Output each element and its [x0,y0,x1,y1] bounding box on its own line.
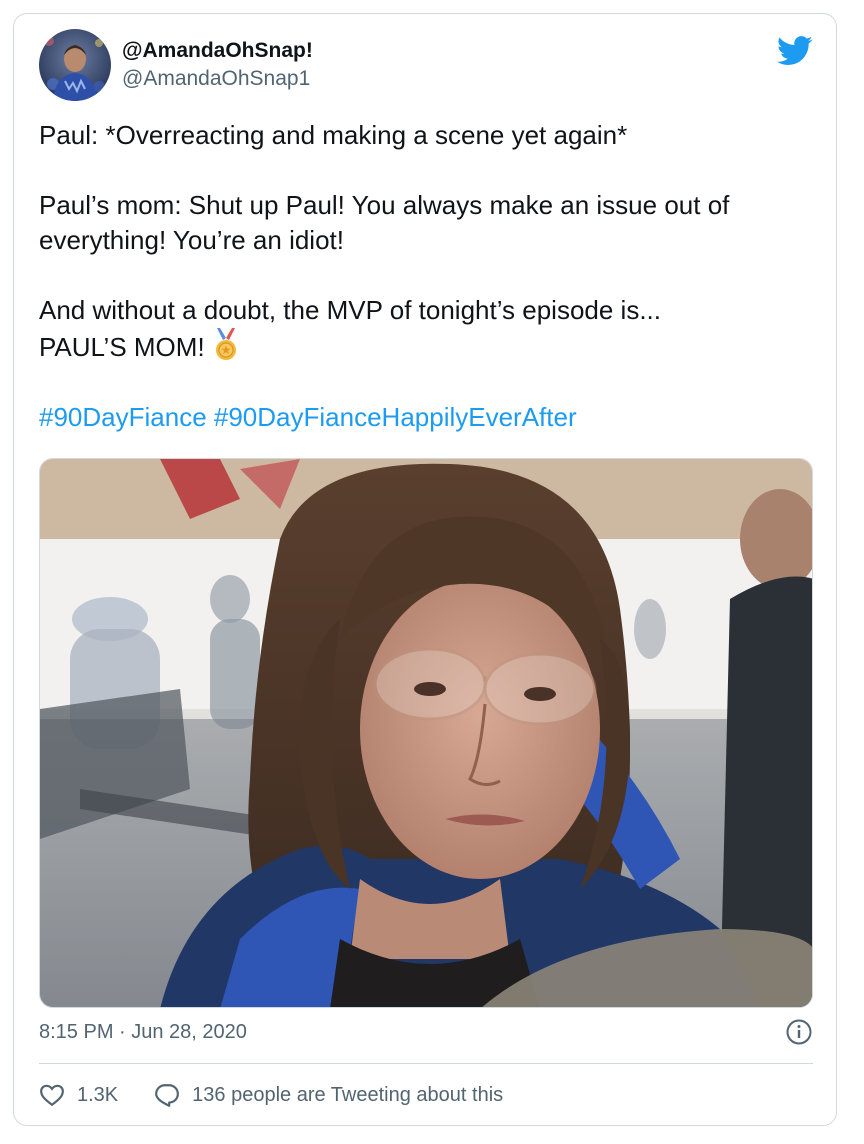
conversation-label: 136 people are Tweeting about this [192,1083,504,1106]
hashtag-link[interactable]: #90DayFianceHappilyEverAfter [214,402,577,432]
tweet-paragraph: Paul: *Overreacting and making a scene y… [39,120,628,150]
tweet-paragraph-with-emoji: PAUL’S MOM! [39,328,819,365]
tweet-text: Paul: *Overreacting and making a scene y… [39,118,819,435]
tweet-card[interactable]: @AmandaOhSnap! @AmandaOhSnap1 Paul: *Ove… [13,13,837,1126]
heart-icon [40,1084,64,1107]
display-name[interactable]: @AmandaOhSnap! [122,38,313,64]
like-count: 1.3K [77,1083,119,1106]
hashtag-link[interactable]: #90DayFiance [39,402,207,432]
medal-emoji-icon [215,328,236,360]
user-handle[interactable]: @AmandaOhSnap1 [122,66,310,92]
speech-bubble-icon [155,1084,180,1107]
like-button[interactable]: 1.3K [39,1082,118,1108]
hashtag-line: #90DayFiance #90DayFianceHappilyEverAfte… [39,400,819,435]
avatar[interactable] [39,29,111,101]
twitter-bird-icon[interactable] [777,36,813,66]
tweet-media-image[interactable] [39,458,813,1008]
tweet-paragraph: Paul’s mom: Shut up Paul! You always mak… [39,190,730,255]
divider [39,1063,813,1064]
tweet-paragraph: PAUL’S MOM! [39,332,205,362]
tweet-actions: 1.3K 136 people are Tweeting about this [39,1080,503,1110]
tweet-paragraph: And without a doubt, the MVP of tonight’… [39,295,661,325]
info-icon[interactable] [786,1019,812,1045]
conversation-button[interactable]: 136 people are Tweeting about this [154,1082,503,1108]
tweet-timestamp[interactable]: 8:15 PM · Jun 28, 2020 [39,1019,247,1045]
